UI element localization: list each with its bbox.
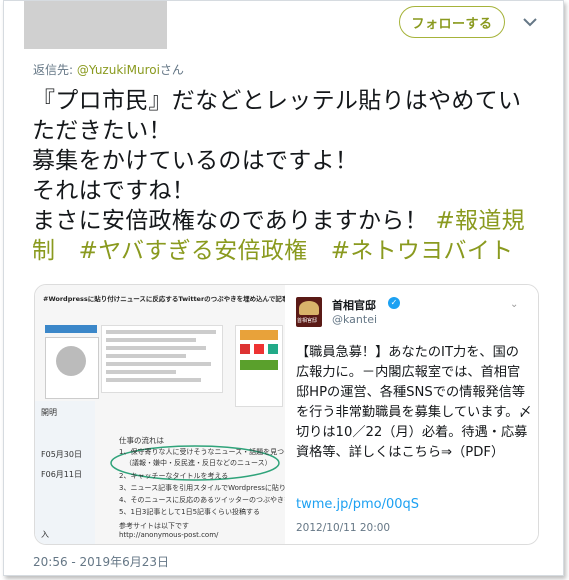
quoted-tweet-screenshot[interactable]: 首相官邸 首相官邸 ✓ @kantei ⌄ 【職員急募！】あなたのIT力を、国の…: [288, 285, 538, 544]
reply-to-line: 返信先: @YuzukiMuroiさん: [33, 61, 184, 78]
kantei-avatar: 首相官邸: [296, 297, 322, 327]
quoted-tweet-date: 2012/10/11 20:00: [296, 522, 391, 534]
side-label: 入: [41, 530, 49, 539]
follow-button[interactable]: フォローする: [399, 6, 505, 38]
screenshot-step: 1、保守寄りな人に受けそうなニュース・話題を見つける: [119, 448, 285, 456]
screenshot-headline: #Wordpressに貼り付けニュースに反応するTwitterのつぶやきを埋め込…: [43, 295, 285, 303]
tweet-text: 『プロ市民』だなどとレッテル貼りはやめていただきたい！ 募集をかけているのはですよ…: [32, 86, 532, 266]
quoted-tweet-link: twme.jp/pmo/00qS: [296, 497, 420, 512]
screenshot-side-buttons: [235, 325, 283, 407]
quoted-author-handle: @kantei: [332, 313, 378, 326]
reply-handle-link[interactable]: @YuzukiMuroi: [77, 63, 160, 77]
screenshot-tag-badge: [45, 325, 97, 333]
job-post-screenshot[interactable]: #Wordpressに貼り付けニュースに反応するTwitterのつぶやきを埋め込…: [35, 285, 285, 544]
screenshot-info-table: [101, 325, 223, 393]
side-label: F05月30日: [41, 450, 82, 459]
verified-badge-icon: ✓: [388, 297, 400, 309]
reply-prefix: 返信先:: [33, 63, 77, 77]
reply-suffix: さん: [159, 63, 184, 77]
screenshot-step: 4、そのニュースに反応のあるツイッターのつぶやきを: [119, 496, 285, 504]
chevron-down-icon[interactable]: [520, 12, 540, 32]
screenshot-ref-label: 参考サイトは以下です: [119, 522, 189, 530]
screenshot-step: 2、キャッチーなタイトルを考える: [119, 472, 229, 480]
hashtag-link[interactable]: #ヤバすぎる安倍政権: [79, 238, 308, 264]
screenshot-step: 3、ニュース記事を引用スタイルでWordpressに貼り付け: [119, 484, 285, 492]
side-label: F06月11日: [41, 470, 82, 479]
tweet-media: #Wordpressに貼り付けニュースに反応するTwitterのつぶやきを埋め込…: [34, 284, 539, 545]
tweet-timestamp[interactable]: 20:56 - 2019年6月23日: [33, 553, 169, 570]
quoted-tweet-text: 【職員急募！】あなたのIT力を、国の広報力に。－内閣広報室では、首相官邸HPの運…: [296, 345, 532, 460]
screenshot-ref-url: http://anonymous-post.com/: [119, 531, 219, 539]
screenshot-left-column: 開明 F05月30日 F06月11日 入: [35, 401, 95, 544]
quoted-author-name: 首相官邸: [332, 299, 376, 312]
screenshot-step: （議報・嫌中・反民進・反日などのニュース）: [125, 459, 272, 467]
screenshot-profile-box: [45, 337, 99, 399]
screenshot-step: 5、1日3記事として1日5記事くらい投稿する: [119, 508, 261, 516]
chevron-down-icon: ⌄: [510, 299, 519, 310]
hashtag-link[interactable]: #ネトウヨバイト: [331, 238, 514, 264]
side-label: 開明: [41, 408, 57, 417]
kantei-avatar-text: 首相官邸: [297, 318, 318, 324]
redacted-user-area: [24, 1, 167, 49]
